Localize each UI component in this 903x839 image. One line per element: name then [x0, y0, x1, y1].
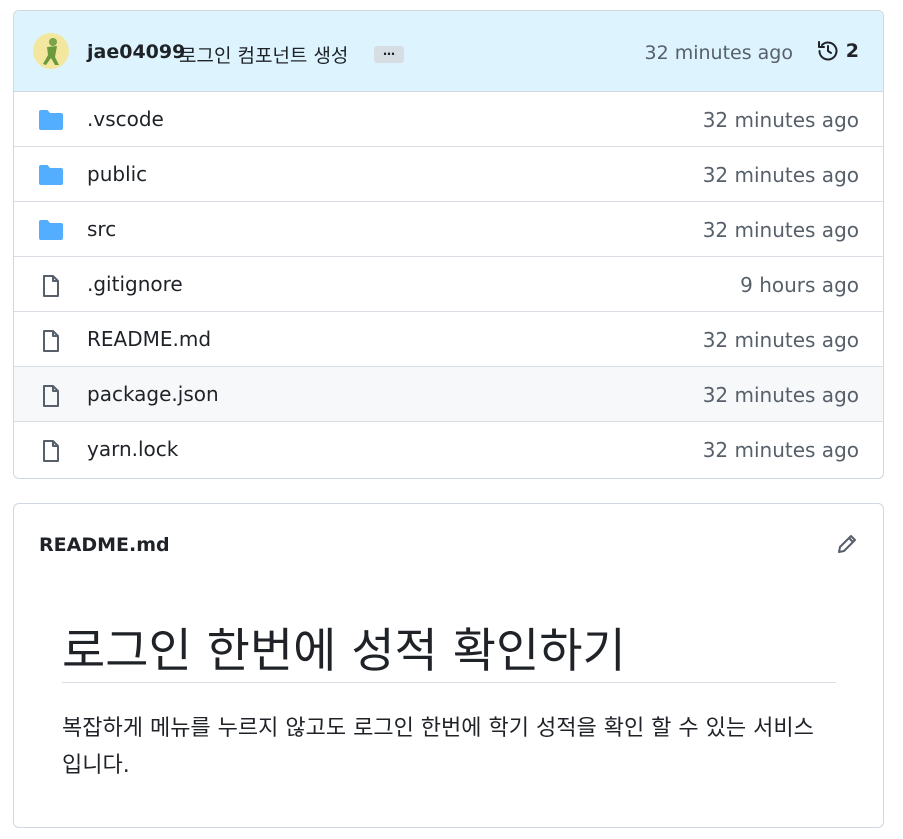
file-row[interactable]: .vscode 32 minutes ago [14, 92, 883, 147]
file-name-link[interactable]: .vscode [87, 107, 164, 131]
file-commit-time: 32 minutes ago [702, 108, 859, 132]
readme-panel: README.md 로그인 한번에 성적 확인하기 복잡하게 메뉴를 누르지 않… [13, 503, 884, 828]
file-row[interactable]: package.json 32 minutes ago [14, 367, 883, 422]
file-commit-time: 32 minutes ago [702, 328, 859, 352]
folder-icon [38, 164, 64, 190]
file-row[interactable]: README.md 32 minutes ago [14, 312, 883, 367]
readme-filename[interactable]: README.md [39, 534, 170, 556]
commit-time: 32 minutes ago [644, 42, 794, 64]
history-button[interactable]: 2 [816, 39, 859, 63]
readme-header: README.md [14, 504, 883, 586]
file-list: .vscode 32 minutes ago public 32 minutes ag… [14, 92, 883, 477]
folder-icon [38, 219, 64, 245]
file-row[interactable]: public 32 minutes ago [14, 147, 883, 202]
history-icon [817, 41, 838, 61]
readme-heading: 로그인 한번에 성적 확인하기 [62, 624, 626, 679]
file-name-link[interactable]: README.md [87, 327, 211, 351]
latest-commit-bar: jae04099 로그인 컴포넌트 생성 … 32 minutes ago 2 [14, 11, 883, 92]
commit-count: 2 [845, 40, 859, 62]
file-browser: jae04099 로그인 컴포넌트 생성 … 32 minutes ago 2 … [13, 10, 884, 479]
commit-author[interactable]: jae04099 [87, 41, 185, 63]
expand-commit-button[interactable]: … [374, 45, 404, 63]
file-commit-time: 32 minutes ago [702, 383, 859, 407]
file-row[interactable]: src 32 minutes ago [14, 202, 883, 257]
folder-icon [38, 109, 64, 135]
file-name-link[interactable]: src [87, 217, 116, 241]
file-row[interactable]: .gitignore 9 hours ago [14, 257, 883, 312]
file-name-link[interactable]: yarn.lock [87, 437, 178, 461]
pencil-icon [838, 535, 856, 553]
file-commit-time: 32 minutes ago [702, 218, 859, 242]
file-icon [38, 329, 64, 357]
avatar[interactable] [33, 33, 69, 69]
file-icon [38, 384, 64, 412]
file-commit-time: 32 minutes ago [702, 163, 859, 187]
file-row[interactable]: yarn.lock 32 minutes ago [14, 422, 883, 477]
readme-paragraph: 복잡하게 메뉴를 누르지 않고도 로그인 한번에 학기 성적을 확인 할 수 있… [62, 716, 814, 778]
heading-divider [62, 682, 836, 683]
file-name-link[interactable]: public [87, 162, 147, 186]
file-name-link[interactable]: .gitignore [87, 272, 183, 296]
file-name-link[interactable]: package.json [87, 382, 219, 406]
file-icon [38, 439, 64, 467]
file-icon [38, 274, 64, 302]
file-commit-time: 9 hours ago [740, 273, 859, 297]
commit-message[interactable]: 로그인 컴포넌트 생성 [179, 41, 348, 68]
file-commit-time: 32 minutes ago [702, 438, 859, 462]
edit-file-button[interactable] [835, 532, 859, 560]
